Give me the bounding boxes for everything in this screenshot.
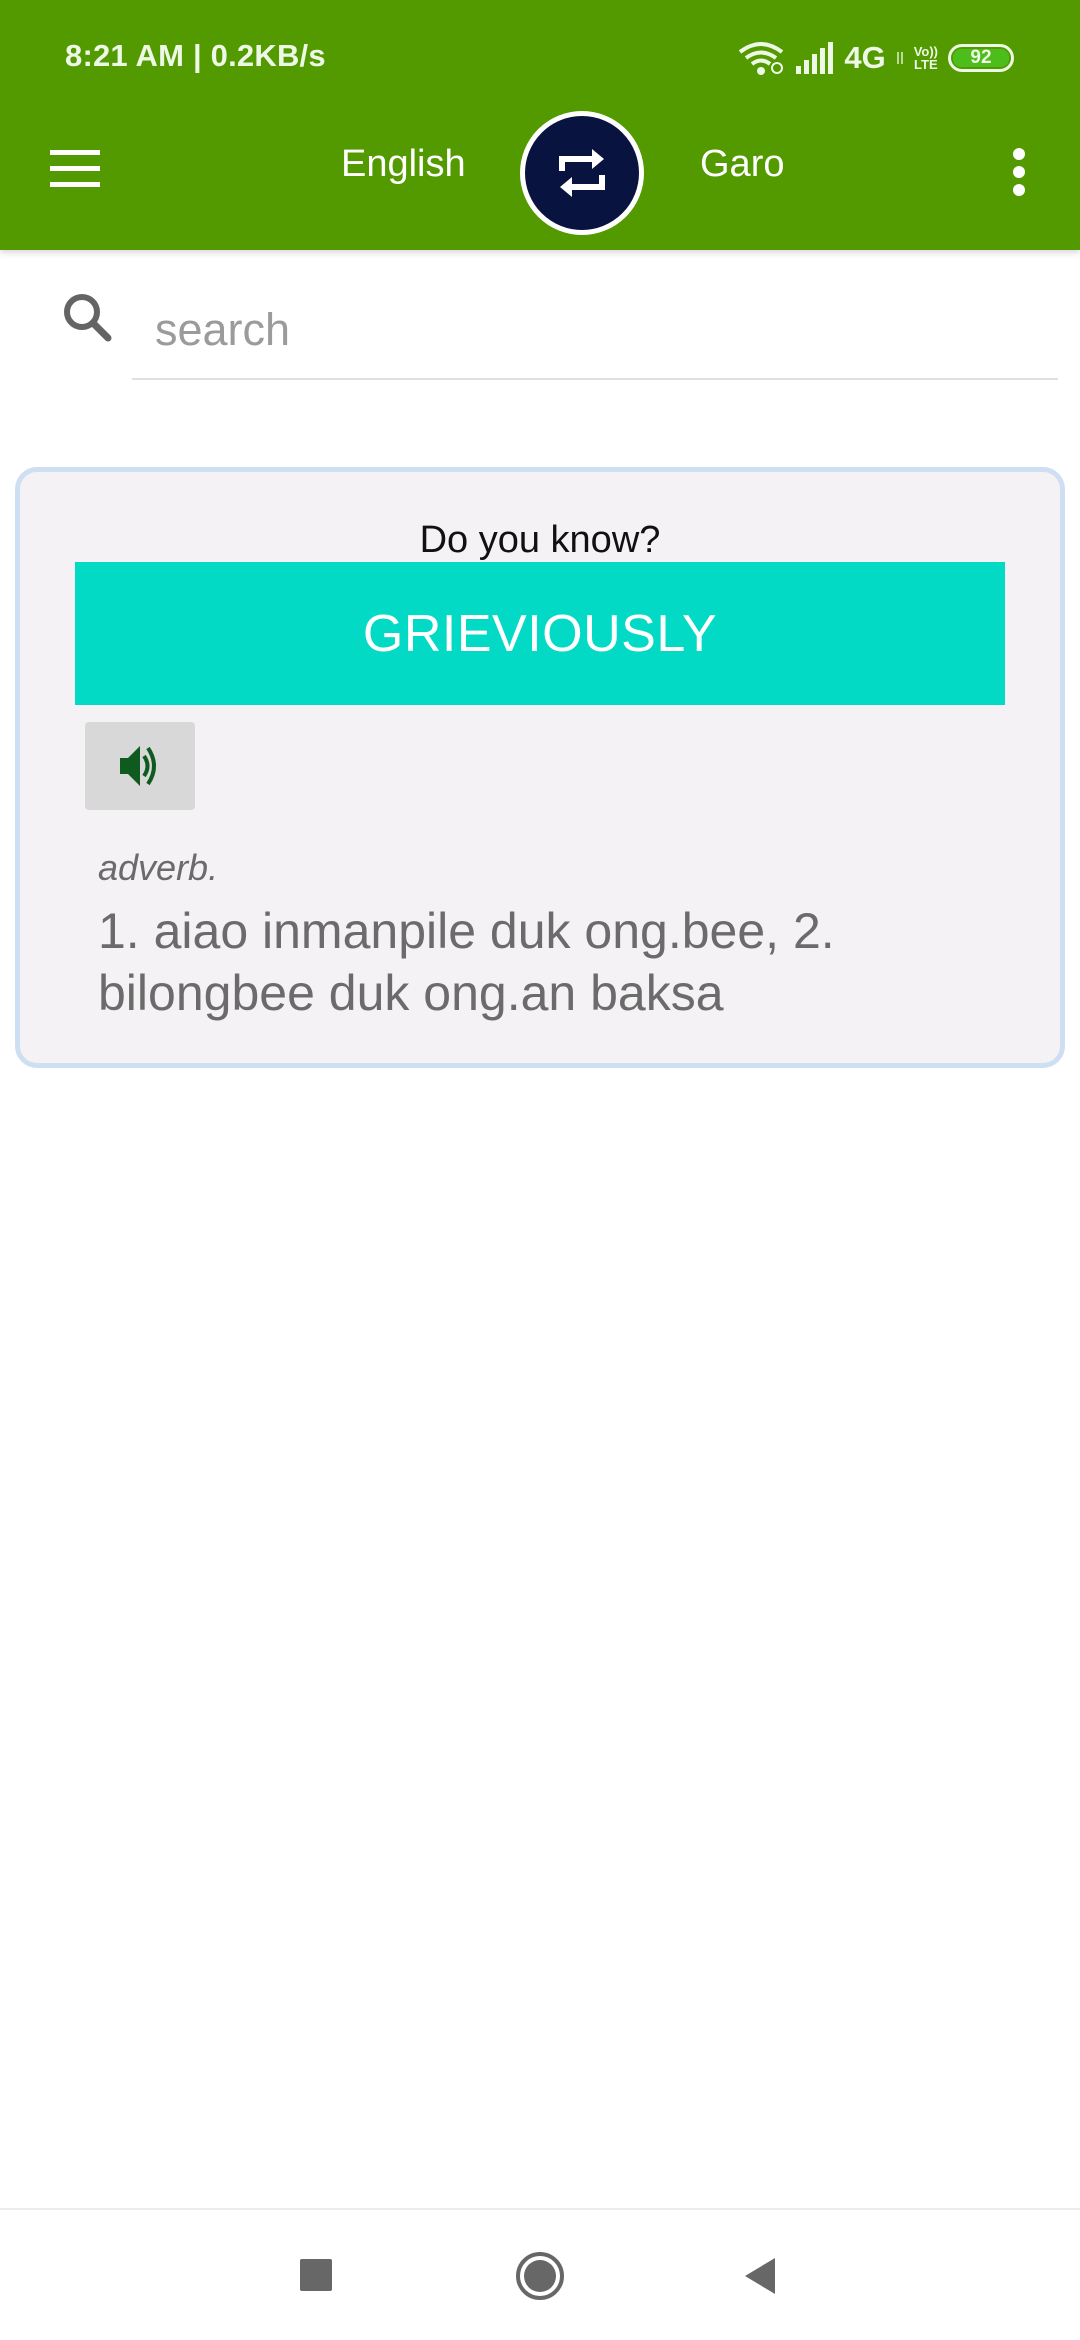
hamburger-menu-icon[interactable] bbox=[48, 150, 104, 190]
part-of-speech: adverb. bbox=[98, 847, 219, 888]
word-of-day[interactable]: GRIEVIOUSLY bbox=[75, 562, 1005, 705]
battery-icon: 92 bbox=[948, 44, 1014, 72]
status-bar-time: 8:21 AM | 0.2KB/s bbox=[65, 38, 326, 74]
speaker-icon bbox=[120, 746, 156, 786]
recent-apps-icon[interactable] bbox=[300, 2259, 332, 2291]
card-title: Do you know? bbox=[419, 519, 661, 561]
swap-languages-button[interactable] bbox=[520, 111, 644, 235]
home-icon[interactable] bbox=[516, 2252, 564, 2300]
word-of-day-card: Do you know? GRIEVIOUSLY adverb. 1. aiao… bbox=[15, 467, 1065, 1068]
separator: | bbox=[192, 38, 202, 73]
wifi-icon bbox=[739, 42, 784, 75]
back-icon[interactable] bbox=[745, 2258, 775, 2294]
swap-arrows-icon bbox=[559, 149, 605, 197]
network-speed: 0.2KB/s bbox=[210, 38, 326, 73]
target-language[interactable]: Garo bbox=[700, 143, 784, 186]
search-input[interactable] bbox=[132, 282, 1058, 380]
source-language[interactable]: English bbox=[341, 143, 466, 186]
network-type: 4G bbox=[844, 40, 886, 75]
volte-bottom: LTE bbox=[914, 57, 938, 72]
clock: 8:21 AM bbox=[65, 38, 185, 73]
volte-icon: Vo)) LTE bbox=[914, 45, 938, 71]
network-activity-icon bbox=[896, 52, 903, 64]
pronounce-button[interactable] bbox=[85, 722, 195, 810]
search-icon[interactable] bbox=[60, 290, 114, 344]
signal-icon bbox=[796, 42, 834, 74]
system-nav-bar bbox=[0, 2208, 1080, 2340]
more-vertical-icon[interactable] bbox=[1005, 148, 1033, 198]
status-icons: 4G Vo)) LTE 92 bbox=[736, 38, 1014, 78]
definition: 1. aiao inmanpile duk ong.bee, 2. bilong… bbox=[98, 903, 835, 1021]
battery-level: 92 bbox=[953, 47, 1009, 68]
